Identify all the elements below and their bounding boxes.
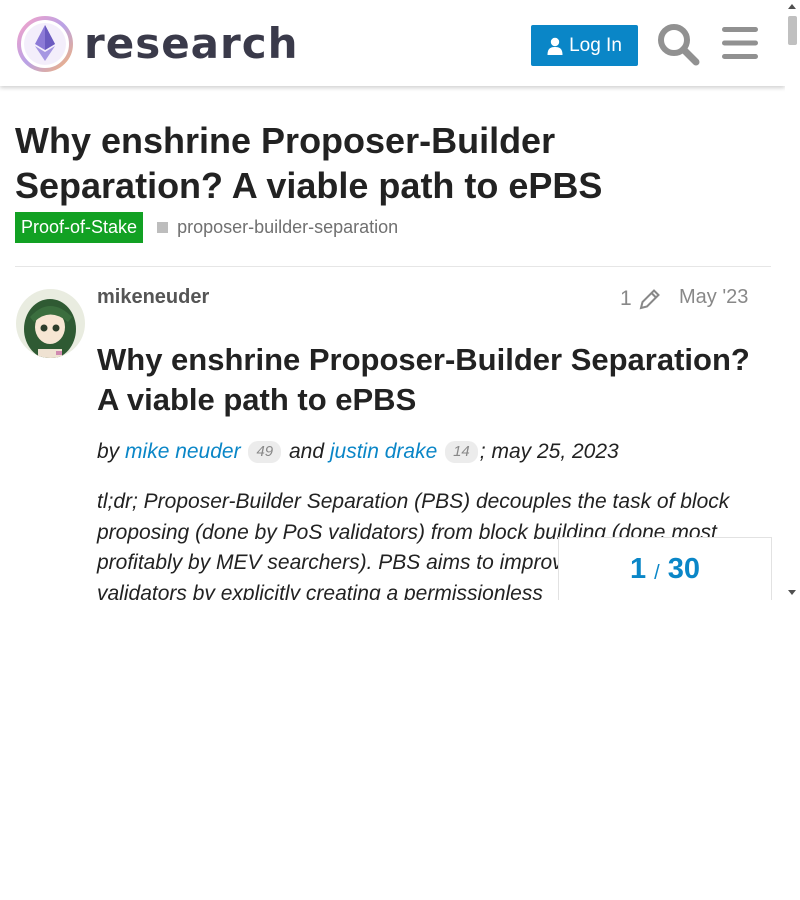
byline-by: by	[97, 440, 120, 463]
tag-square-icon	[157, 222, 169, 233]
post-heading: Why enshrine Proposer-Builder Separation…	[97, 342, 750, 417]
pencil-icon	[639, 289, 660, 310]
post-username[interactable]: mikeneuder	[97, 286, 209, 309]
tag-label: proposer-builder-separation	[177, 217, 399, 237]
search-icon	[658, 24, 700, 66]
link-click-count-badge: 14	[445, 441, 478, 464]
site-logo[interactable]: research	[16, 15, 299, 73]
edit-history-button[interactable]: 1	[620, 287, 662, 311]
avatar-image	[16, 289, 85, 358]
scroll-up-arrow-icon[interactable]	[788, 4, 796, 9]
post-byline: by mike neuder 49 and justin drake 14; m…	[97, 437, 767, 467]
user-icon	[547, 37, 563, 55]
author-link-mike-neuder[interactable]: mike neuder	[125, 440, 241, 463]
category-badge[interactable]: Proof-of-Stake	[15, 212, 144, 243]
tag-link[interactable]: proposer-builder-separation	[157, 217, 398, 238]
ethereum-research-logo-icon	[17, 16, 73, 72]
byline-date: ; may 25, 2023	[479, 440, 619, 463]
topic-title[interactable]: Why enshrine Proposer-Builder Separation…	[15, 118, 755, 208]
current-post-number: 1	[630, 552, 647, 585]
scrollbar-track[interactable]	[785, 0, 800, 600]
total-posts: 30	[667, 552, 700, 585]
post-date[interactable]: May '23	[679, 286, 748, 309]
login-label: Log In	[569, 34, 622, 56]
hamburger-menu-icon	[722, 27, 758, 59]
topic-progress-indicator[interactable]: 1 / 30	[558, 537, 772, 600]
author-link-justin-drake[interactable]: justin drake	[330, 440, 437, 463]
login-button[interactable]: Log In	[531, 25, 638, 66]
scroll-down-arrow-icon[interactable]	[788, 590, 796, 595]
search-button[interactable]	[656, 22, 700, 66]
page-viewport: research Log In Why enshrine Proposer-Bu…	[0, 0, 785, 600]
link-click-count-badge: 49	[248, 441, 282, 464]
scrollbar-thumb[interactable]	[788, 16, 797, 45]
divider	[15, 266, 771, 267]
site-header: research Log In	[0, 0, 785, 86]
progress-separator: /	[654, 561, 660, 584]
logo-text: research	[84, 19, 299, 68]
topic-tags: Proof-of-Stake proposer-builder-separati…	[15, 212, 398, 243]
edit-count: 1	[620, 287, 632, 310]
hamburger-menu-button[interactable]	[722, 25, 758, 61]
avatar[interactable]	[16, 289, 85, 358]
byline-and: and	[288, 440, 325, 463]
